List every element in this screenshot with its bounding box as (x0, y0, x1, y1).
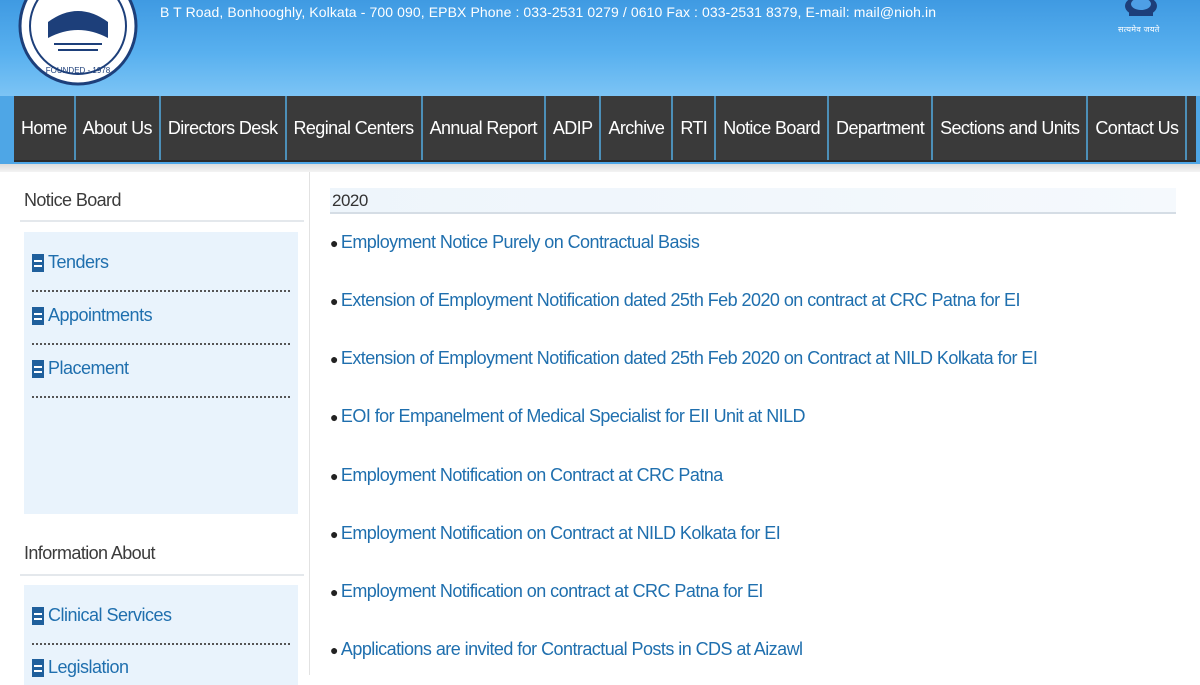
main-navigation: Home About Us Directors Desk Reginal Cen… (0, 96, 1200, 164)
notice-link[interactable]: Extension of Employment Notification dat… (341, 348, 1038, 369)
dotted-divider (32, 396, 290, 398)
notice-link[interactable]: Employment Notice Purely on Contractual … (341, 232, 700, 253)
nav-contact-us[interactable]: Contact Us (1088, 96, 1188, 160)
sidebar-item-placement[interactable]: Placement (32, 358, 290, 379)
bullet-icon: ● (330, 234, 338, 251)
nav-divider (0, 164, 1200, 172)
notice-item: ● Employment Notification on contract at… (330, 581, 763, 602)
notice-item: ● Employment Notification on Contract at… (330, 465, 723, 486)
bullet-icon: ● (330, 525, 338, 542)
document-icon (32, 306, 44, 325)
nav-filler (1187, 96, 1196, 160)
bullet-icon: ● (330, 467, 338, 484)
notice-item: ● Applications are invited for Contractu… (330, 639, 803, 660)
document-icon (32, 606, 44, 625)
notice-item: ● Extension of Employment Notification d… (330, 348, 1038, 369)
information-about-heading: Information About (24, 543, 156, 563)
site-header: FOUNDED - 1978 B T Road, Bonhooghly, Kol… (0, 0, 1200, 96)
nav-notice-board[interactable]: Notice Board (716, 96, 830, 160)
sidebar-item-label: Placement (48, 358, 129, 378)
heading-divider (20, 574, 304, 576)
notice-item: ● Extension of Employment Notification d… (330, 290, 1020, 311)
bullet-icon: ● (330, 583, 338, 600)
sidebar-item-appointments[interactable]: Appointments (32, 305, 290, 326)
seal-text: FOUNDED - 1978 (46, 66, 111, 75)
nav-directors-desk[interactable]: Directors Desk (161, 96, 287, 160)
document-icon (32, 658, 44, 677)
information-panel: Clinical Services Legislation (24, 585, 298, 685)
dotted-divider (32, 343, 290, 345)
nav-department[interactable]: Department (829, 96, 934, 160)
nav-regional-centers[interactable]: Reginal Centers (287, 96, 423, 160)
nav-annual-report[interactable]: Annual Report (423, 96, 546, 160)
main-content: 2020 ● Employment Notice Purely on Contr… (330, 172, 1176, 675)
notice-link[interactable]: Extension of Employment Notification dat… (341, 290, 1021, 311)
nav-rti[interactable]: RTI (673, 96, 717, 160)
nav-adip[interactable]: ADIP (546, 96, 602, 160)
notice-link[interactable]: Applications are invited for Contractual… (341, 639, 803, 660)
year-label: 2020 (332, 191, 368, 210)
notice-item: ● Employment Notice Purely on Contractua… (330, 232, 700, 253)
sidebar-item-label: Clinical Services (48, 605, 172, 625)
sidebar-item-label: Appointments (48, 305, 153, 325)
emblem-caption: सत्यमेव जयते (1118, 25, 1160, 34)
sidebar-item-label: Tenders (48, 252, 109, 272)
bullet-icon: ● (330, 641, 338, 658)
sidebar-item-clinical-services[interactable]: Clinical Services (32, 605, 290, 626)
institute-seal-icon[interactable]: FOUNDED - 1978 (18, 0, 138, 92)
bullet-icon: ● (330, 292, 338, 309)
dotted-divider (32, 643, 290, 645)
dotted-divider (32, 290, 290, 292)
bullet-icon: ● (330, 350, 338, 367)
year-header: 2020 (330, 188, 1176, 214)
nav-home[interactable]: Home (14, 96, 76, 160)
notice-link[interactable]: Employment Notification on Contract at N… (341, 523, 781, 544)
heading-divider (20, 220, 304, 222)
document-icon (32, 359, 44, 378)
nav-about-us[interactable]: About Us (76, 96, 161, 160)
nav-bar: Home About Us Directors Desk Reginal Cen… (14, 96, 1196, 162)
nav-sections-and-units[interactable]: Sections and Units (933, 96, 1089, 160)
notice-link[interactable]: Employment Notification on Contract at C… (341, 465, 723, 486)
nav-archive[interactable]: Archive (601, 96, 674, 160)
sidebar: Notice Board Tenders Appointments Placem… (14, 172, 310, 685)
notice-board-panel: Tenders Appointments Placement (24, 232, 298, 514)
sidebar-item-tenders[interactable]: Tenders (32, 252, 290, 273)
notice-link[interactable]: Employment Notification on contract at C… (341, 581, 764, 602)
contact-address: B T Road, Bonhooghly, Kolkata - 700 090,… (160, 4, 937, 20)
document-icon (32, 253, 44, 272)
notice-item: ● EOI for Empanelment of Medical Special… (330, 406, 806, 427)
notice-board-heading: Notice Board (24, 190, 121, 210)
notice-link[interactable]: EOI for Empanelment of Medical Specialis… (341, 406, 806, 427)
notice-item: ● Employment Notification on Contract at… (330, 523, 781, 544)
bullet-icon: ● (330, 408, 338, 425)
